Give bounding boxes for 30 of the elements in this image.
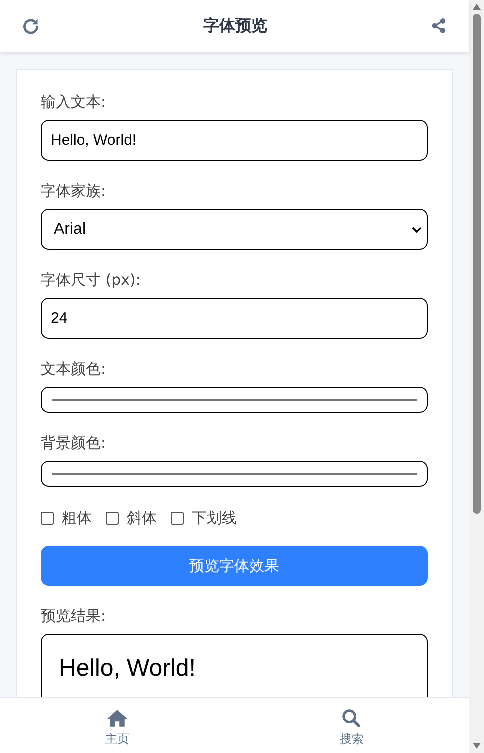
field-label: 输入文本: (41, 92, 108, 112)
nav-item[interactable]: 主页 (0, 698, 234, 753)
page-title: 字体预览 (204, 16, 268, 36)
checkbox-label: 下划线 (192, 509, 237, 528)
share-icon[interactable] (431, 18, 447, 34)
field-label: 背景颜色: (41, 433, 108, 453)
scroll-up-icon[interactable] (472, 4, 480, 10)
checkbox[interactable] (106, 512, 119, 525)
field-label: 预览结果: (41, 606, 108, 626)
checkbox-label: 粗体 (62, 509, 92, 528)
color-picker[interactable] (41, 387, 428, 413)
field-label: 字体尺寸 (px): (41, 270, 142, 290)
field-label: 字体家族: (41, 181, 108, 201)
checkbox[interactable] (41, 512, 54, 525)
input-field[interactable]: 24 (41, 298, 428, 339)
checkbox-label: 斜体 (127, 509, 157, 528)
preview-text: Hello, World! (59, 655, 196, 682)
scrollbar[interactable] (469, 0, 484, 753)
nav-item[interactable]: 搜索 (234, 698, 469, 753)
input-field[interactable]: Hello, World! (41, 120, 428, 161)
color-picker[interactable] (41, 461, 428, 487)
preview-button[interactable]: 预览字体效果 (41, 546, 428, 586)
refresh-icon[interactable] (22, 17, 40, 35)
field-label: 文本颜色: (41, 359, 108, 379)
checkbox[interactable] (171, 512, 184, 525)
font-select[interactable]: Arial (41, 209, 428, 250)
home-icon (106, 709, 128, 728)
scroll-down-icon[interactable] (472, 743, 480, 749)
search-icon (342, 709, 362, 728)
chevron-icon (412, 226, 422, 232)
